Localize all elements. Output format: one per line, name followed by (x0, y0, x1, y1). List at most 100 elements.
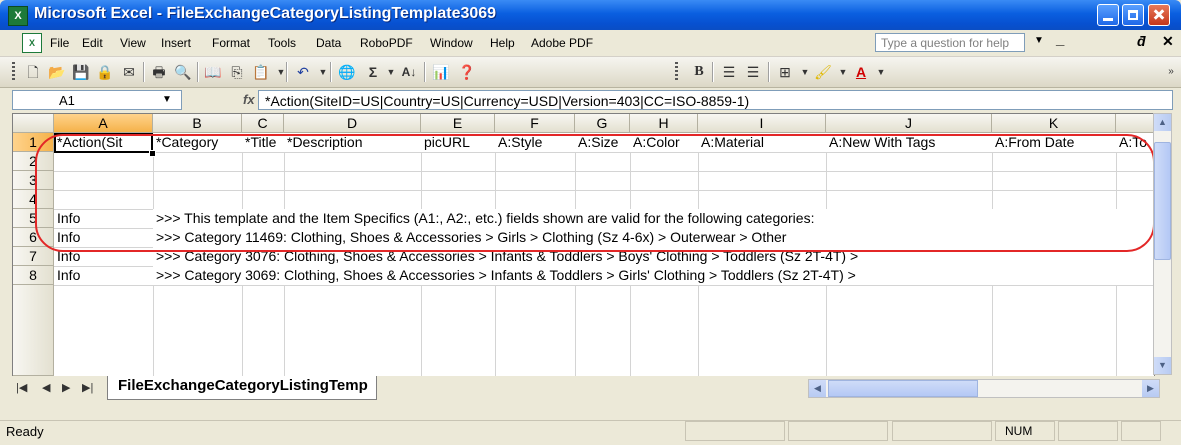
column-header[interactable] (1116, 114, 1154, 133)
column-header[interactable]: H (630, 114, 698, 133)
table-cell[interactable]: *Description (284, 133, 421, 152)
horizontal-scroll-thumb[interactable] (828, 380, 978, 397)
menu-data[interactable]: Data (316, 36, 341, 50)
table-cell[interactable]: *Title (242, 133, 284, 152)
column-header[interactable]: D (284, 114, 421, 133)
fill-handle[interactable] (149, 150, 156, 157)
column-header[interactable]: A (54, 114, 153, 133)
align-right-icon[interactable]: ☰ (742, 62, 764, 82)
select-all-corner[interactable] (13, 114, 54, 133)
sheet-tab[interactable]: FileExchangeCategoryListingTemp (107, 376, 377, 400)
close-button[interactable] (1148, 4, 1170, 26)
menu-file[interactable]: File (50, 36, 69, 50)
table-cell[interactable]: *Category (153, 133, 242, 152)
menu-help[interactable]: Help (490, 36, 515, 50)
table-cell[interactable]: A:Size (575, 133, 630, 152)
font-color-icon[interactable]: A (850, 62, 872, 82)
workbook-restore-button[interactable]: ƌ (1137, 33, 1146, 49)
print-preview-icon[interactable]: 🔍 (172, 62, 194, 82)
table-cell[interactable]: A:To (1116, 133, 1154, 152)
chevron-down-icon[interactable]: ▼ (1034, 35, 1044, 46)
column-header[interactable]: K (992, 114, 1116, 133)
email-icon[interactable]: ✉ (118, 62, 140, 82)
minimize-button[interactable] (1097, 4, 1119, 26)
scroll-down-arrow-icon[interactable]: ▼ (1154, 357, 1171, 374)
column-header[interactable]: I (698, 114, 826, 133)
name-box[interactable]: A1 (12, 90, 182, 110)
toolbar-grip-icon[interactable] (12, 62, 15, 82)
table-cell[interactable]: >>> Category 3069: Clothing, Shoes & Acc… (153, 266, 1153, 285)
vertical-scroll-thumb[interactable] (1154, 142, 1171, 260)
table-cell[interactable]: A:Style (495, 133, 575, 152)
excel-icon[interactable]: X (8, 6, 28, 26)
new-icon[interactable]: 🗋 (22, 62, 44, 82)
menu-insert[interactable]: Insert (161, 36, 191, 50)
menu-view[interactable]: View (120, 36, 146, 50)
insert-function-button[interactable]: fx (243, 92, 255, 107)
last-sheet-icon[interactable]: ▶| (82, 381, 93, 394)
menu-adobe-pdf[interactable]: Adobe PDF (531, 36, 593, 50)
row-header[interactable]: 1 (13, 133, 54, 152)
table-cell[interactable]: >>> Category 11469: Clothing, Shoes & Ac… (153, 228, 1153, 247)
menu-tools[interactable]: Tools (268, 36, 296, 50)
table-cell[interactable]: picURL (421, 133, 495, 152)
next-sheet-icon[interactable]: ▶ (62, 381, 70, 394)
workbook-minimize-button[interactable]: _ (1056, 31, 1064, 48)
research-icon[interactable]: 📖 (202, 62, 224, 82)
bold-icon[interactable]: B (688, 62, 710, 82)
sort-ascending-icon[interactable]: A↓ (398, 62, 420, 82)
table-cell[interactable]: >>> Category 3076: Clothing, Shoes & Acc… (153, 247, 1153, 266)
print-icon[interactable]: 🖶 (148, 62, 170, 82)
toolbar-grip-icon[interactable] (675, 62, 678, 82)
help-search-input[interactable]: Type a question for help (875, 33, 1025, 52)
workbook-close-button[interactable]: ✕ (1162, 33, 1174, 50)
save-icon[interactable]: 💾 (70, 62, 92, 82)
column-header[interactable]: G (575, 114, 630, 133)
row-header[interactable]: 4 (13, 190, 54, 209)
chevron-down-icon[interactable]: ▼ (162, 94, 172, 105)
hyperlink-icon[interactable]: 🌐 (336, 62, 358, 82)
table-cell[interactable]: A:From Date (992, 133, 1116, 152)
borders-icon[interactable]: ⊞ (774, 62, 796, 82)
column-header[interactable]: C (242, 114, 284, 133)
table-cell[interactable]: >>> This template and the Item Specifics… (153, 209, 1153, 228)
first-sheet-icon[interactable]: |◀ (16, 381, 27, 394)
menu-edit[interactable]: Edit (82, 36, 103, 50)
column-header[interactable]: J (826, 114, 992, 133)
row-header[interactable]: 7 (13, 247, 54, 266)
copy-icon[interactable]: ⎘ (226, 62, 248, 82)
scroll-up-arrow-icon[interactable]: ▲ (1154, 114, 1171, 131)
paste-icon[interactable]: 📋 (250, 62, 272, 82)
row-header[interactable]: 3 (13, 171, 54, 190)
row-header[interactable]: 2 (13, 152, 54, 171)
toolbar-options-icon[interactable]: » (1160, 62, 1181, 82)
permission-icon[interactable]: 🔒 (94, 62, 116, 82)
table-cell[interactable]: Info (54, 266, 153, 285)
worksheet-grid[interactable]: A B C D E F G H I J K 1 2 3 4 5 6 7 8 *A… (12, 113, 1155, 377)
table-cell[interactable]: Info (54, 209, 153, 228)
align-center-icon[interactable]: ☰ (718, 62, 740, 82)
table-cell[interactable]: Info (54, 247, 153, 266)
workbook-icon[interactable]: X (22, 33, 42, 53)
scroll-right-arrow-icon[interactable]: ▶ (1142, 380, 1159, 397)
prev-sheet-icon[interactable]: ◀ (42, 381, 50, 394)
table-cell[interactable]: A:Color (630, 133, 698, 152)
maximize-button[interactable] (1122, 4, 1144, 26)
chart-wizard-icon[interactable]: 📊 (430, 62, 452, 82)
scroll-left-arrow-icon[interactable]: ◀ (809, 380, 826, 397)
column-header[interactable]: B (153, 114, 242, 133)
row-header[interactable]: 6 (13, 228, 54, 247)
row-header[interactable]: 8 (13, 266, 54, 285)
column-header[interactable]: F (495, 114, 575, 133)
formula-input[interactable]: *Action(SiteID=US|Country=US|Currency=US… (258, 90, 1173, 110)
row-header[interactable]: 5 (13, 209, 54, 228)
table-cell[interactable]: A:New With Tags (826, 133, 992, 152)
chevron-down-icon[interactable]: ▼ (270, 62, 292, 82)
column-header[interactable]: E (421, 114, 495, 133)
fill-color-icon[interactable]: 🖌 (812, 62, 834, 82)
open-icon[interactable]: 📂 (46, 62, 68, 82)
table-cell[interactable]: Info (54, 228, 153, 247)
chevron-down-icon[interactable]: ▼ (870, 62, 892, 82)
table-cell[interactable]: A:Material (698, 133, 826, 152)
menu-format[interactable]: Format (212, 36, 250, 50)
